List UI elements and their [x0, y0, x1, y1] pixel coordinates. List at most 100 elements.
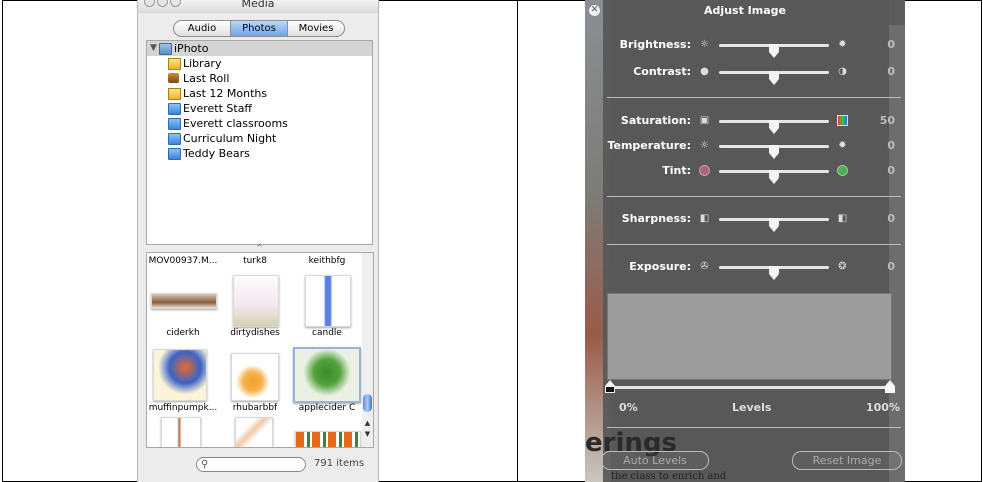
sharpness-slider[interactable] — [719, 218, 829, 232]
tree-item-label: Teddy Bears — [183, 147, 250, 160]
tree-item-curriculum-night[interactable]: Curriculum Night — [147, 131, 372, 146]
auto-levels-button[interactable]: Auto Levels — [601, 451, 709, 470]
album-icon — [168, 148, 181, 160]
tint-slider-knob[interactable] — [769, 170, 779, 184]
tree-item-everett-staff[interactable]: Everett Staff — [147, 101, 372, 116]
thumbnail-item[interactable] — [219, 417, 291, 447]
tree-item-teddy-bears[interactable]: Teddy Bears — [147, 146, 372, 161]
thumbnail-scrollbar[interactable]: ▲ ▼ — [362, 252, 374, 448]
thumbnail-item[interactable]: rhubarbbf — [219, 345, 291, 417]
tree-item-label: Everett Staff — [183, 102, 253, 115]
brightness-slider-knob[interactable] — [769, 44, 779, 58]
tint-label: Tint: — [662, 164, 691, 177]
tab-photos[interactable]: Photos — [231, 21, 288, 36]
tree-item-library[interactable]: Library — [147, 56, 372, 71]
contrast-label: Contrast: — [633, 65, 691, 78]
thumbnail-caption: ciderkh — [166, 328, 200, 338]
adjust-title: Adjust Image — [704, 4, 786, 17]
brightness-slider[interactable] — [719, 44, 829, 58]
tree-item-label: Library — [183, 57, 222, 70]
sharpness-slider-knob[interactable] — [769, 218, 779, 232]
thumbnail-caption: candle — [312, 328, 342, 338]
temperature-value: 0 — [887, 139, 895, 152]
thumbnail-image — [231, 353, 279, 401]
contrast-slider[interactable] — [719, 71, 829, 85]
search-icon: ⚲ — [201, 459, 209, 470]
media-browser-window: Media Audio Photos Movies ▼ iPhoto Libra… — [137, 0, 379, 482]
thumbnail-grid: MOV00937.M... turk8 keithbfg ciderkh dir… — [146, 252, 364, 448]
thumbnail-item[interactable]: keithbfg — [291, 253, 363, 267]
thumbnail-image — [161, 417, 201, 447]
exposure-slider-knob[interactable] — [769, 266, 779, 280]
tree-item-label: Everett classrooms — [183, 117, 288, 130]
contrast-row: Contrast: ● ◑ 0 — [585, 64, 905, 85]
thumbnail-item[interactable]: dirtydishes — [219, 271, 291, 343]
levels-white-point-knob[interactable] — [885, 380, 895, 394]
thumbnail-item[interactable]: candle — [291, 271, 363, 343]
pane-splitter[interactable]: ^ — [146, 243, 373, 252]
reset-image-button[interactable]: Reset Image — [792, 451, 902, 470]
levels-black-point-knob[interactable] — [605, 380, 615, 394]
photo-source-tree: ▼ iPhoto Library Last Roll Last 12 Month… — [146, 40, 373, 245]
saturation-row: Saturation: ▣ 50 — [585, 113, 905, 134]
contrast-high-icon: ◑ — [838, 66, 847, 77]
scroll-thumb[interactable] — [363, 394, 372, 412]
levels-label: Levels — [732, 401, 772, 414]
tint-slider[interactable] — [719, 170, 829, 184]
thumbnail-item[interactable]: ciderkh — [147, 271, 219, 343]
thumbnail-image — [235, 417, 273, 447]
thumbnail-item[interactable]: turk8 — [219, 253, 291, 267]
thumbnail-item[interactable]: applecider C — [291, 345, 363, 417]
media-type-tabs: Audio Photos Movies — [173, 20, 345, 37]
brightness-low-icon: ☼ — [700, 39, 709, 50]
sharpness-label: Sharpness: — [621, 212, 691, 225]
outer-divider — [517, 0, 518, 482]
media-window-title: Media — [241, 0, 275, 10]
tree-item-iphoto[interactable]: ▼ iPhoto — [147, 41, 372, 56]
thumbnail-item[interactable] — [147, 417, 219, 447]
thumbnail-caption: turk8 — [243, 256, 267, 266]
thumbnail-image — [153, 349, 207, 401]
iphoto-icon — [159, 43, 172, 55]
thumbnail-image — [233, 275, 279, 327]
thumbnail-image — [295, 431, 361, 447]
tab-movies[interactable]: Movies — [288, 21, 344, 36]
saturation-low-icon: ▣ — [699, 115, 710, 126]
saturation-value: 50 — [879, 114, 895, 127]
media-search-field[interactable]: ⚲ — [196, 457, 306, 472]
item-count: 791 items — [314, 458, 365, 469]
saturation-slider[interactable] — [719, 120, 829, 134]
temperature-slider[interactable] — [719, 145, 829, 159]
contrast-low-icon: ● — [700, 66, 709, 77]
tree-item-everett-classrooms[interactable]: Everett classrooms — [147, 116, 372, 131]
tint-row: Tint: 0 — [585, 163, 905, 184]
exposure-row: Exposure: ✇ ❂ 0 — [585, 259, 905, 280]
brightness-value: 0 — [887, 38, 895, 51]
scroll-down-icon[interactable]: ▼ — [363, 430, 372, 439]
tab-audio[interactable]: Audio — [174, 21, 231, 36]
search-input[interactable] — [213, 458, 299, 471]
tint-green-icon — [837, 165, 848, 176]
last-roll-icon — [168, 73, 179, 83]
scroll-up-icon[interactable]: ▲ — [363, 419, 372, 428]
tree-item-last-12-months[interactable]: Last 12 Months — [147, 86, 372, 101]
levels-min-label: 0% — [619, 401, 638, 414]
brightness-row: Brightness: ☼ ✹ 0 — [585, 37, 905, 58]
tree-item-label: Curriculum Night — [183, 132, 277, 145]
thumbnail-item[interactable]: muffinpumpk... — [147, 345, 219, 417]
thumbnail-item[interactable]: MOV00937.M... — [147, 253, 219, 267]
media-titlebar[interactable]: Media — [138, 0, 378, 13]
saturation-slider-knob[interactable] — [769, 120, 779, 134]
thumbnail-caption: keithbfg — [308, 256, 346, 266]
thumbnail-caption: rhubarbbf — [232, 403, 278, 413]
album-icon — [168, 103, 181, 115]
levels-slider[interactable] — [610, 386, 890, 389]
temperature-slider-knob[interactable] — [769, 145, 779, 159]
contrast-slider-knob[interactable] — [769, 71, 779, 85]
thumbnail-item[interactable] — [291, 417, 363, 447]
album-icon — [168, 118, 181, 130]
tree-item-last-roll[interactable]: Last Roll — [147, 71, 372, 86]
exposure-slider[interactable] — [719, 266, 829, 280]
disclosure-triangle-icon[interactable]: ▼ — [150, 41, 157, 56]
levels-histogram — [607, 293, 892, 380]
